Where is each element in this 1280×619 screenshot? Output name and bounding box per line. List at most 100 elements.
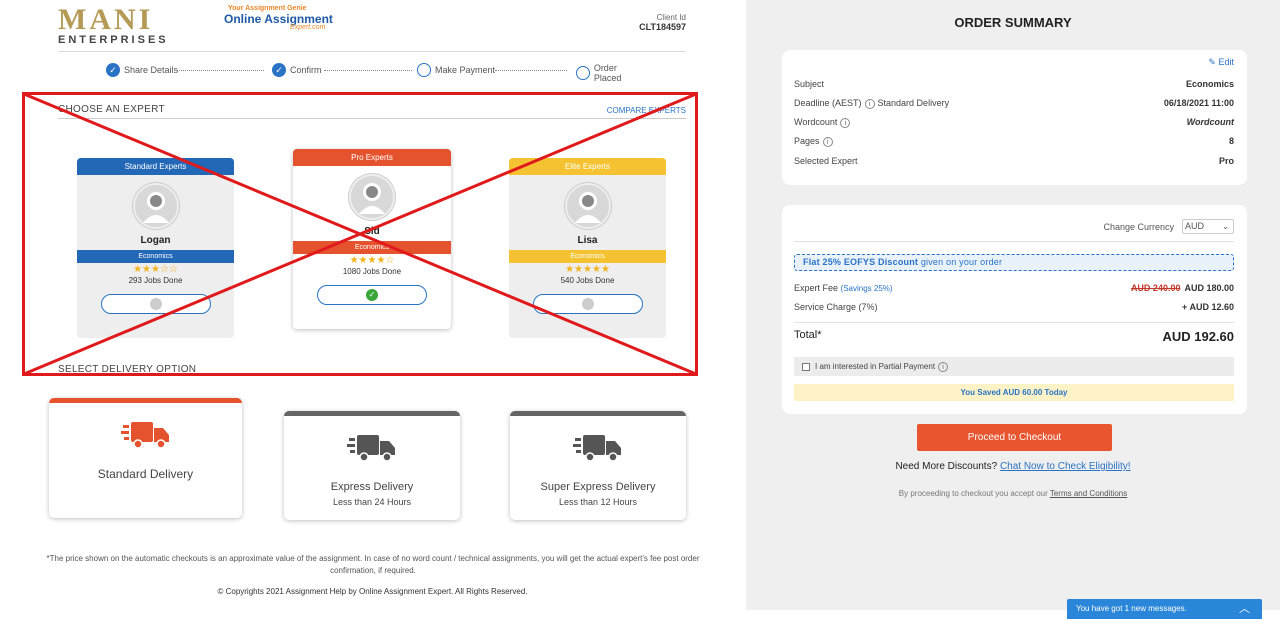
accept-text: By proceeding to checkout you accept our — [898, 489, 1048, 498]
logo-text: MANI — [58, 3, 154, 36]
row-label: Deadline (AEST) — [794, 98, 862, 108]
card-topbar — [284, 411, 460, 416]
more-discounts: Need More Discounts? Chat Now to Check E… — [746, 461, 1280, 472]
checkbox[interactable] — [802, 362, 810, 371]
info-icon[interactable]: i — [822, 137, 833, 147]
currency-label: Change Currency — [1103, 221, 1174, 232]
savings-label: (Savings 25%) — [840, 284, 893, 293]
delivery-title: Express Delivery — [330, 481, 414, 493]
edit-label: Edit — [1218, 57, 1234, 67]
chevron-down-icon: ⌄ — [1222, 222, 1229, 231]
step-label: Order Placed — [593, 63, 622, 83]
order-summary-panel: ORDER SUMMARY ✎ Edit Subject Economics De… — [746, 0, 1280, 610]
step-label: Make Payment — [435, 65, 496, 75]
need-text: Need More Discounts? — [895, 461, 998, 472]
logo-sub: ENTERPRISES — [58, 34, 169, 46]
chat-eligibility-link[interactable]: Chat Now to Check Eligibility! — [1000, 461, 1131, 472]
check-circle-icon: ✓ — [106, 63, 120, 77]
progress-steps: ✓ Share Details ✓ Confirm Make Payment Ord… — [106, 63, 646, 83]
delivery-title: Standard Delivery — [97, 467, 194, 481]
step-label: Confirm — [290, 65, 322, 75]
divider — [58, 51, 686, 52]
row-value: Wordcount — [1186, 117, 1234, 127]
partial-label: I am interested in Partial Payment — [815, 362, 936, 371]
summary-row-wordcount: Wordcount i Wordcount — [794, 117, 1234, 128]
currency-select[interactable]: AUD ⌄ — [1182, 219, 1234, 234]
saved-banner: You Saved AUD 60.00 Today — [794, 384, 1234, 401]
brand-name: Online Assignment — [224, 12, 333, 26]
chat-text: You have got 1 new messages. — [1076, 604, 1187, 613]
truck-icon — [49, 419, 242, 456]
expert-fee-row: Expert Fee (Savings 25%) AUD 240.00 AUD 1… — [794, 283, 1234, 293]
delivery-sub: Less than 12 Hours — [558, 497, 638, 507]
terms-notice: By proceeding to checkout you accept our… — [746, 489, 1280, 498]
row-extra: Standard Delivery — [877, 98, 950, 108]
delivery-express[interactable]: Express Delivery Less than 24 Hours — [284, 411, 460, 520]
old-price: AUD 240.00 — [1130, 283, 1181, 293]
delivery-super-express[interactable]: Super Express Delivery Less than 12 Hour… — [510, 411, 686, 520]
summary-row-expert: Selected Expert Pro — [794, 156, 1234, 166]
edit-link[interactable]: ✎ Edit — [1208, 57, 1234, 68]
price-disclaimer: *The price shown on the automatic checko… — [46, 554, 700, 575]
row-value: 06/18/2021 11:00 — [1163, 98, 1234, 108]
row-value: + AUD 12.60 — [1182, 302, 1234, 312]
info-icon[interactable]: i — [938, 361, 949, 372]
step-connector — [495, 70, 567, 71]
info-icon[interactable]: i — [864, 99, 875, 109]
divider — [794, 241, 1234, 242]
step-order-placed: Order Placed — [576, 63, 646, 83]
row-value: Pro — [1218, 156, 1234, 166]
red-x-overlay — [22, 92, 698, 376]
truck-icon — [510, 432, 686, 469]
summary-row-subject: Subject Economics — [794, 79, 1234, 89]
divider — [794, 322, 1234, 323]
delivery-sub: Less than 24 Hours — [332, 497, 412, 507]
total-row: Total* AUD 192.60 — [794, 329, 1234, 344]
card-topbar — [510, 411, 686, 416]
step-share-details: ✓ Share Details — [106, 63, 178, 77]
discount-rest: given on your order — [920, 257, 1003, 267]
mani-logo: MANI ENTERPRISES — [58, 3, 169, 47]
client-id-block: Client Id CLT184597 — [639, 13, 686, 32]
step-label: Share Details — [124, 65, 179, 75]
discount-banner: Flat 25% EOFYS Discount given on your or… — [794, 254, 1234, 271]
currency-value: AUD — [1185, 221, 1205, 231]
step-connector — [176, 70, 264, 71]
delivery-option-title: SELECT DELIVERY OPTION — [58, 364, 197, 375]
step-make-payment: Make Payment — [417, 63, 495, 77]
client-id-label: Client Id — [656, 13, 686, 22]
card-topbar — [49, 398, 242, 403]
partial-payment-option[interactable]: I am interested in Partial Payment i — [794, 357, 1234, 376]
row-label: Subject — [794, 79, 825, 89]
brand-tag: Your Assignment Genie — [228, 5, 307, 12]
row-value: Economics — [1185, 79, 1234, 89]
row-label: Service Charge (7%) — [794, 302, 878, 312]
step-connector — [324, 70, 412, 71]
order-summary-title: ORDER SUMMARY — [954, 15, 1072, 30]
price-card: Change Currency AUD ⌄ Flat 25% EOFYS Disc… — [782, 205, 1247, 414]
pencil-icon: ✎ — [1208, 57, 1216, 67]
proceed-checkout-button[interactable]: Proceed to Checkout — [917, 424, 1112, 451]
row-label: Pages — [794, 136, 820, 146]
discount-bold: Flat 25% EOFYS Discount — [803, 257, 919, 267]
service-charge-row: Service Charge (7%) + AUD 12.60 — [794, 302, 1234, 312]
row-label: Selected Expert — [794, 156, 858, 166]
terms-link[interactable]: Terms and Conditions — [1050, 489, 1127, 498]
summary-row-pages: Pages i 8 — [794, 136, 1234, 147]
row-value: 8 — [1228, 136, 1234, 146]
step-confirm: ✓ Confirm — [272, 63, 322, 77]
circle-icon — [417, 63, 431, 77]
row-label: Wordcount — [794, 117, 838, 127]
delivery-standard[interactable]: Standard Delivery — [49, 398, 242, 518]
row-label: Expert Fee — [794, 283, 839, 293]
delivery-title: Super Express Delivery — [540, 481, 656, 493]
new-price: AUD 180.00 — [1184, 283, 1234, 293]
chevron-up-icon[interactable]: ︿ — [1239, 599, 1250, 619]
total-label: Total* — [794, 329, 822, 341]
chat-notification[interactable]: You have got 1 new messages. ︿ — [1067, 599, 1262, 619]
order-form: MANI ENTERPRISES Your Assignment Genie O… — [0, 0, 745, 619]
currency-selector: Change Currency AUD ⌄ — [1103, 219, 1234, 234]
info-icon[interactable]: i — [840, 118, 851, 128]
truck-icon — [284, 432, 460, 469]
summary-row-deadline: Deadline (AEST) i Standard Delivery 06/18/2… — [794, 98, 1234, 109]
